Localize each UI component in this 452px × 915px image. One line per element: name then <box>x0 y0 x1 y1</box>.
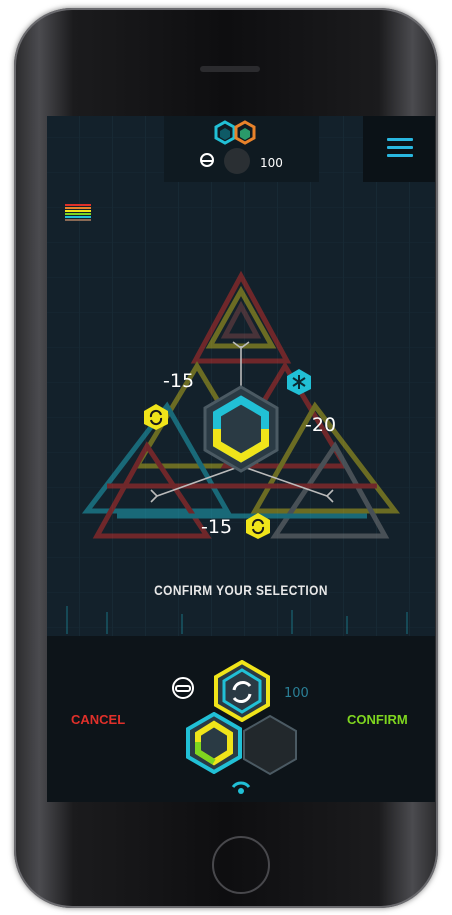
menu-button[interactable] <box>363 116 435 182</box>
cyan-cube-icon <box>214 120 236 145</box>
value-right: -20 <box>305 414 337 436</box>
empty-slot[interactable] <box>242 714 298 776</box>
piece-option[interactable] <box>186 712 242 774</box>
helmet-icon <box>200 153 214 167</box>
menu-icon <box>387 138 413 141</box>
top-counter: 100 <box>260 156 283 170</box>
selected-piece[interactable] <box>199 384 283 474</box>
mask-icon <box>172 677 194 699</box>
value-top-left: -15 <box>163 370 195 392</box>
confirm-button[interactable]: CONFIRM <box>347 712 408 727</box>
layers-icon[interactable] <box>65 204 91 224</box>
rotate-icon <box>144 404 168 430</box>
wifi-icon <box>231 781 251 794</box>
phone-speaker <box>200 66 260 72</box>
avatar <box>224 148 250 174</box>
rotate-icon <box>246 513 270 539</box>
orange-cube-icon <box>234 120 256 145</box>
value-bottom: -15 <box>201 516 233 538</box>
selection-count: 100 <box>284 686 309 701</box>
snowflake-icon <box>287 369 311 395</box>
home-button[interactable] <box>212 836 270 894</box>
cancel-button[interactable]: CANCEL <box>71 712 125 727</box>
glow-strip <box>66 606 408 634</box>
